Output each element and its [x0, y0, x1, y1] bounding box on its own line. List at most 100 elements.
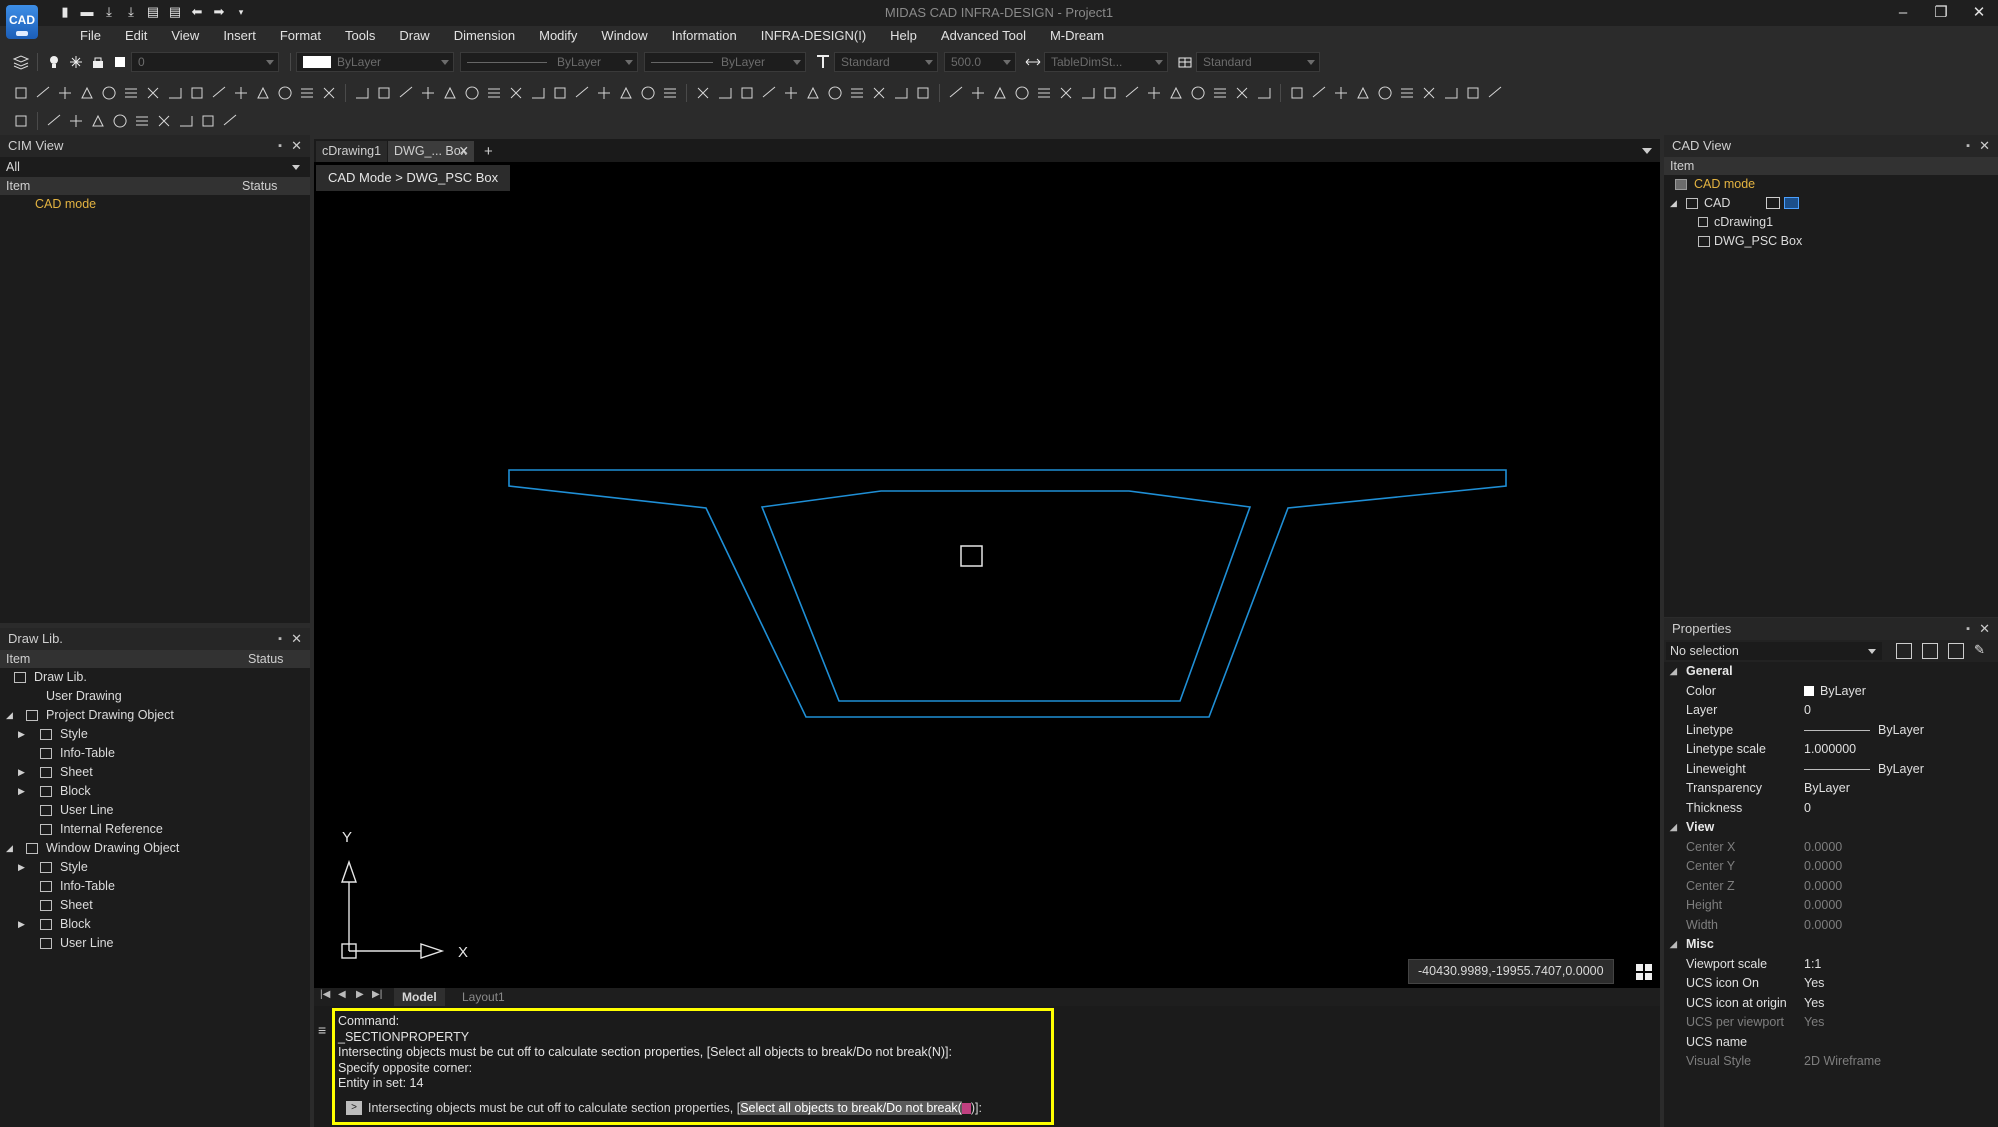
- pin-icon[interactable]: ▪: [1966, 618, 1970, 640]
- draw-tool-21-icon[interactable]: [461, 82, 483, 104]
- linetype-dropdown[interactable]: ByLayer: [460, 52, 638, 72]
- collapse-arrow-icon[interactable]: ◢: [6, 706, 13, 725]
- draw-lib-item-user-line[interactable]: User Line: [0, 934, 310, 953]
- draw-tool-26-icon[interactable]: [571, 82, 593, 104]
- snap-tool-7-icon[interactable]: [153, 110, 175, 132]
- menu-view[interactable]: View: [159, 26, 211, 46]
- draw-tool-46-icon[interactable]: [1033, 82, 1055, 104]
- prompt-option-key[interactable]: [961, 1103, 971, 1115]
- draw-lib-item-internal-reference[interactable]: Internal Reference: [0, 820, 310, 839]
- draw-tool-25-icon[interactable]: [549, 82, 571, 104]
- draw-lib-item-style[interactable]: ▶ Style: [0, 858, 310, 877]
- first-layout-icon[interactable]: |◀: [320, 989, 330, 1000]
- prop-group-general[interactable]: ◢ General: [1664, 662, 1998, 682]
- cim-filter-dropdown[interactable]: All: [0, 157, 310, 177]
- prop-row-linetype-scale[interactable]: Linetype scale 1.000000: [1664, 740, 1998, 760]
- menu-help[interactable]: Help: [878, 26, 929, 46]
- pin-icon[interactable]: ▪: [278, 628, 282, 650]
- save-as-icon[interactable]: ⤓: [122, 4, 140, 20]
- draw-tool-28-icon[interactable]: [615, 82, 637, 104]
- prev-layout-icon[interactable]: ◀: [338, 989, 346, 1000]
- draw-tool-24-icon[interactable]: [527, 82, 549, 104]
- draw-tool-48-icon[interactable]: [1077, 82, 1099, 104]
- draw-lib-item-user-line[interactable]: User Line: [0, 801, 310, 820]
- cad-view-item-cad[interactable]: ◢ CAD: [1664, 194, 1998, 213]
- draw-lib-item-window-drawing-object[interactable]: ◢ Window Drawing Object: [0, 839, 310, 858]
- layer-dropdown[interactable]: 0: [131, 52, 279, 72]
- tab-list-icon[interactable]: [1642, 148, 1652, 154]
- table-style-dropdown[interactable]: Standard: [1196, 52, 1320, 72]
- new-file-icon[interactable]: ▮: [56, 4, 74, 20]
- layer-manager-icon[interactable]: [10, 51, 32, 73]
- prop-row-visual-style[interactable]: Visual Style 2D Wireframe: [1664, 1052, 1998, 1072]
- snap-tool-5-icon[interactable]: [109, 110, 131, 132]
- draw-tool-7-icon[interactable]: [142, 82, 164, 104]
- draw-tool-62-icon[interactable]: [1396, 82, 1418, 104]
- tab-dwg-psc-box[interactable]: DWG_... Box ✕: [388, 141, 474, 162]
- menu-edit[interactable]: Edit: [113, 26, 159, 46]
- draw-tool-9-icon[interactable]: [186, 82, 208, 104]
- prop-group-view[interactable]: ◢ View: [1664, 818, 1998, 838]
- menu-modify[interactable]: Modify: [527, 26, 589, 46]
- prop-row-thickness[interactable]: Thickness 0: [1664, 799, 1998, 819]
- print-icon[interactable]: ▤: [144, 4, 162, 20]
- menu-file[interactable]: File: [68, 26, 113, 46]
- menu-information[interactable]: Information: [660, 26, 749, 46]
- prompt-option-highlight[interactable]: Select all objects to break/Do not break…: [740, 1101, 962, 1115]
- draw-tool-52-icon[interactable]: [1165, 82, 1187, 104]
- draw-lib-item-project-drawing-object[interactable]: ◢ Project Drawing Object: [0, 706, 310, 725]
- draw-tool-32-icon[interactable]: [714, 82, 736, 104]
- draw-tool-49-icon[interactable]: [1099, 82, 1121, 104]
- save-icon[interactable]: ⤓: [100, 4, 118, 20]
- snap-tool-10-icon[interactable]: [219, 110, 241, 132]
- draw-tool-42-icon[interactable]: [945, 82, 967, 104]
- restore-button[interactable]: ❐: [1922, 0, 1960, 26]
- draw-lib-item-draw-lib-[interactable]: Draw Lib.: [0, 668, 310, 687]
- draw-lib-item-sheet[interactable]: Sheet: [0, 896, 310, 915]
- draw-tool-12-icon[interactable]: [252, 82, 274, 104]
- draw-tool-27-icon[interactable]: [593, 82, 615, 104]
- draw-tool-56-icon[interactable]: [1253, 82, 1275, 104]
- text-style-dropdown[interactable]: Standard: [834, 52, 938, 72]
- draw-tool-19-icon[interactable]: [417, 82, 439, 104]
- draw-tool-47-icon[interactable]: [1055, 82, 1077, 104]
- draw-tool-6-icon[interactable]: [120, 82, 142, 104]
- draw-tool-55-icon[interactable]: [1231, 82, 1253, 104]
- drawing-viewport[interactable]: Y X: [314, 162, 1660, 988]
- text-height-dropdown[interactable]: 500.0: [944, 52, 1016, 72]
- cad-view-item-cdrawing1[interactable]: cDrawing1: [1664, 213, 1998, 232]
- prop-group-misc[interactable]: ◢ Misc: [1664, 935, 1998, 955]
- pin-icon[interactable]: ▪: [1966, 135, 1970, 157]
- expand-arrow-icon[interactable]: ▶: [18, 782, 25, 801]
- prop-row-layer[interactable]: Layer 0: [1664, 701, 1998, 721]
- draw-tool-39-icon[interactable]: [868, 82, 890, 104]
- prop-row-viewport-scale[interactable]: Viewport scale 1:1: [1664, 955, 1998, 975]
- draw-tool-59-icon[interactable]: [1330, 82, 1352, 104]
- redo-icon[interactable]: ➡: [210, 4, 228, 20]
- draw-tool-31-icon[interactable]: [692, 82, 714, 104]
- quick-select-icon[interactable]: [1896, 643, 1912, 659]
- customize-qat-icon[interactable]: ▾: [232, 4, 250, 20]
- toggle-pickadd-icon[interactable]: [1922, 643, 1938, 659]
- pin-icon[interactable]: ▪: [278, 135, 282, 157]
- draw-lib-item-block[interactable]: ▶ Block: [0, 915, 310, 934]
- draw-tool-64-icon[interactable]: [1440, 82, 1462, 104]
- prop-row-center-y[interactable]: Center Y 0.0000: [1664, 857, 1998, 877]
- menu-format[interactable]: Format: [268, 26, 333, 46]
- menu-window[interactable]: Window: [589, 26, 659, 46]
- draw-tool-38-icon[interactable]: [846, 82, 868, 104]
- layer-color-icon[interactable]: [109, 51, 131, 73]
- close-window-button[interactable]: ✕: [1960, 0, 1998, 26]
- draw-tool-2-icon[interactable]: [32, 82, 54, 104]
- prop-row-linetype[interactable]: Linetype ByLayer: [1664, 721, 1998, 741]
- close-panel-button[interactable]: ✕: [291, 628, 302, 650]
- draw-tool-22-icon[interactable]: [483, 82, 505, 104]
- tab-model[interactable]: Model: [394, 988, 445, 1006]
- draw-tool-34-icon[interactable]: [758, 82, 780, 104]
- next-layout-icon[interactable]: ▶: [356, 989, 364, 1000]
- draw-lib-item-style[interactable]: ▶ Style: [0, 725, 310, 744]
- psc-box-section[interactable]: [508, 469, 1507, 718]
- cad-view-item-cad-mode[interactable]: CAD mode: [1664, 175, 1998, 194]
- snap-tool-6-icon[interactable]: [131, 110, 153, 132]
- draw-tool-30-icon[interactable]: [659, 82, 681, 104]
